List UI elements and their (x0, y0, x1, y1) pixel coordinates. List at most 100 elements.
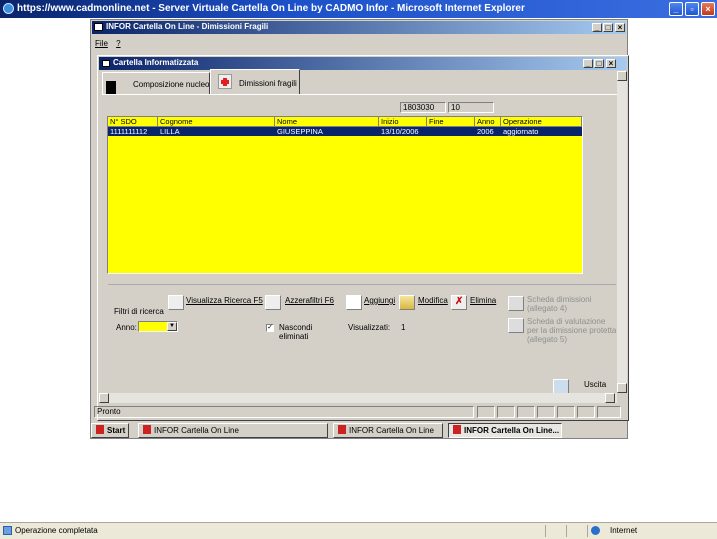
delete-button[interactable]: Elimina (470, 296, 496, 305)
app-maximize-button[interactable]: □ (603, 23, 613, 32)
col-header[interactable]: Fine (427, 117, 475, 126)
separator (108, 284, 616, 285)
search-button[interactable]: Visualizza Ricerca F5 (186, 296, 263, 305)
app-close-button[interactable]: × (615, 23, 625, 32)
row-cell: aggiornato (503, 127, 539, 136)
discharge-form-button[interactable]: Scheda dimissioni (allegato 4) (527, 295, 591, 313)
tab-composizione-label: Composizione nucleo (133, 80, 210, 89)
reset-filters-button[interactable]: Azzerafiltri F6 (285, 296, 334, 305)
globe-icon (591, 526, 600, 535)
eval-form-line2: per la dimissione protetta (527, 326, 617, 335)
col-header[interactable]: Cognome (158, 117, 275, 126)
status-panel (517, 406, 535, 418)
chevron-down-icon[interactable]: ▼ (167, 322, 177, 331)
scroll-down-icon[interactable] (617, 383, 627, 393)
tab-panel-edge (102, 94, 622, 95)
app-icon (143, 425, 151, 434)
evaluation-form-button[interactable]: Scheda di valutazione per la dimissione p… (527, 317, 616, 344)
horizontal-scrollbar[interactable] (99, 393, 617, 403)
evaluation-icon[interactable] (508, 318, 524, 333)
start-button[interactable]: Start (91, 423, 129, 438)
delete-icon[interactable]: ✗ (451, 295, 467, 310)
shown-count: 1 (401, 323, 406, 332)
table-row[interactable]: 1111111112 LILLA GIUSEPPINA 13/10/2006 2… (108, 127, 582, 136)
taskbar-item-active[interactable]: INFOR Cartella On Line... (448, 423, 562, 438)
vertical-scrollbar[interactable] (617, 71, 627, 393)
status-text: Pronto (94, 406, 474, 418)
menu-help[interactable]: ? (116, 39, 120, 48)
col-header[interactable]: Inizio (379, 117, 427, 126)
child-title: Cartella Informatizzata (113, 58, 199, 67)
col-header[interactable]: Anno (475, 117, 501, 126)
col-header[interactable]: Operazione (501, 117, 582, 126)
child-icon (102, 60, 110, 67)
row-cell: 1111111112 (110, 127, 148, 136)
browser-title-bar: https://www.cadmonline.net - Server Virt… (0, 0, 717, 18)
tab-composizione[interactable]: Composizione nucleo (102, 72, 210, 94)
medical-cross-icon (218, 74, 232, 89)
scroll-up-icon[interactable] (617, 71, 627, 81)
tab-dimissioni-label: Dimissioni fragili (239, 79, 297, 88)
number-field[interactable]: 10 (448, 102, 494, 113)
exit-door-icon[interactable] (553, 379, 569, 394)
code-field[interactable]: 1803030 (400, 102, 446, 113)
start-logo-icon (96, 425, 104, 434)
document-icon[interactable] (508, 296, 524, 311)
discharge-form-line2: (allegato 4) (527, 304, 568, 313)
grid-header: N° SDO Cognome Nome Inizio Fine Anno Ope… (108, 117, 582, 127)
hide-deleted-checkbox[interactable]: ✓ (266, 324, 274, 332)
black-doc-icon (106, 81, 116, 94)
status-segment (545, 525, 566, 537)
edit-button[interactable]: Modifica (418, 296, 448, 305)
restore-button[interactable]: ▫ (685, 2, 699, 16)
app-icon (338, 425, 346, 434)
child-minimize-button[interactable]: _ (583, 59, 593, 68)
app-minimize-button[interactable]: _ (592, 23, 602, 32)
app-title: INFOR Cartella On Line - Dimissioni Frag… (106, 22, 269, 31)
col-header[interactable]: Nome (275, 117, 379, 126)
scroll-left-icon[interactable] (99, 393, 109, 403)
col-header[interactable]: N° SDO (108, 117, 158, 126)
child-maximize-button[interactable]: □ (594, 59, 604, 68)
year-select[interactable]: ▼ (138, 321, 178, 332)
taskbar-item[interactable]: INFOR Cartella On Line (333, 423, 443, 438)
zone-label: Internet (610, 526, 638, 535)
glasses-icon[interactable] (265, 295, 281, 310)
status-panel (537, 406, 555, 418)
zone-segment: Internet (587, 525, 716, 537)
child-close-button[interactable]: × (606, 59, 616, 68)
menu-file[interactable]: File (95, 39, 108, 48)
exit-button[interactable]: Uscita (584, 380, 606, 389)
menu-bar: File ? (95, 39, 121, 48)
add-button[interactable]: Aggiungi (364, 296, 395, 305)
app-title-bar: INFOR Cartella On Line - Dimissioni Frag… (92, 21, 626, 34)
discharge-form-line1: Scheda dimissioni (527, 295, 592, 304)
scroll-right-icon[interactable] (605, 393, 615, 403)
taskbar-item[interactable]: INFOR Cartella On Line (138, 423, 328, 438)
hide-deleted-line1: Nascondi (279, 323, 313, 332)
browser-status-bar: Operazione completata Internet (0, 522, 717, 539)
records-grid[interactable]: N° SDO Cognome Nome Inizio Fine Anno Ope… (107, 116, 583, 274)
folder-edit-icon[interactable] (399, 295, 415, 310)
start-label: Start (107, 426, 126, 435)
ie-logo-icon (3, 3, 14, 14)
shown-label: Visualizzati: (348, 323, 391, 332)
taskbar-item-label: INFOR Cartella On Line (154, 426, 239, 435)
row-cell: GIUSEPPINA (277, 127, 323, 136)
child-window: Cartella Informatizzata _ □ × Composizio… (97, 55, 629, 421)
filters-label: Filtri di ricerca (114, 307, 164, 316)
app-icon (453, 425, 461, 434)
tab-dimissioni[interactable]: Dimissioni fragili (210, 69, 300, 95)
hide-deleted-line2: eliminati (279, 332, 309, 341)
minimize-button[interactable]: _ (669, 2, 683, 16)
year-label: Anno: (116, 323, 137, 332)
browser-title: https://www.cadmonline.net - Server Virt… (17, 3, 525, 14)
app-icon (94, 23, 103, 31)
search-icon[interactable] (168, 295, 184, 310)
new-document-icon[interactable] (346, 295, 362, 310)
close-button[interactable]: × (701, 2, 715, 16)
taskbar-item-label: INFOR Cartella On Line... (464, 426, 560, 435)
status-panel (477, 406, 495, 418)
child-title-bar: Cartella Informatizzata _ □ × (99, 57, 627, 70)
page-icon (3, 526, 12, 535)
